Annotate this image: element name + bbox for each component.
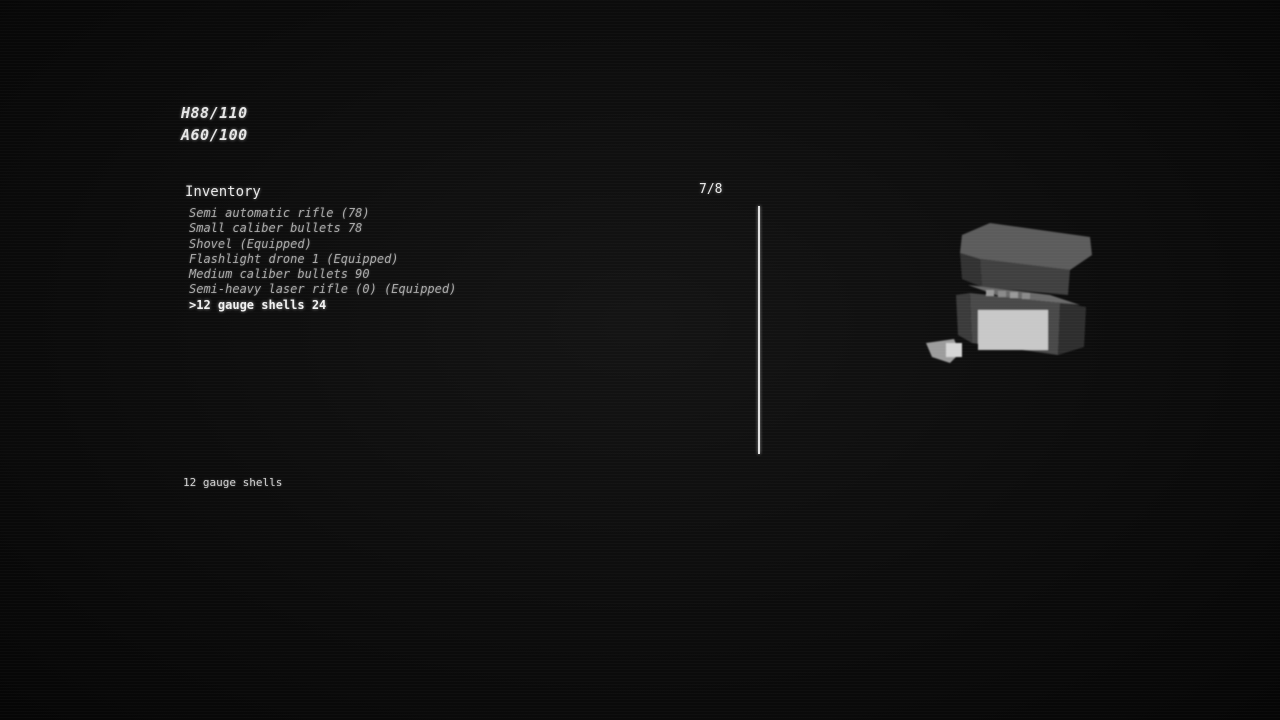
ammo-box-icon (926, 223, 1092, 363)
inventory-item[interactable]: Semi-heavy laser rifle (0) (Equipped) (189, 282, 456, 297)
inventory-item-selected[interactable]: >12 gauge shells 24 (189, 298, 456, 313)
inventory-item[interactable]: Shovel (Equipped) (189, 237, 456, 252)
item-description: 12 gauge shells (183, 476, 283, 489)
armor-readout: A60/100 (181, 126, 248, 144)
inventory-count: 7/8 (699, 182, 723, 197)
inventory-title: Inventory (185, 184, 261, 200)
inventory-item[interactable]: Medium caliber bullets 90 (189, 267, 456, 282)
health-readout: H88/110 (181, 104, 248, 122)
inventory-item[interactable]: Semi automatic rifle (78) (189, 206, 456, 221)
inventory-list: Semi automatic rifle (78) Small caliber … (189, 206, 456, 313)
inventory-item[interactable]: Small caliber bullets 78 (189, 221, 456, 236)
inventory-item[interactable]: Flashlight drone 1 (Equipped) (189, 252, 456, 267)
inventory-scrollbar[interactable] (758, 206, 760, 454)
